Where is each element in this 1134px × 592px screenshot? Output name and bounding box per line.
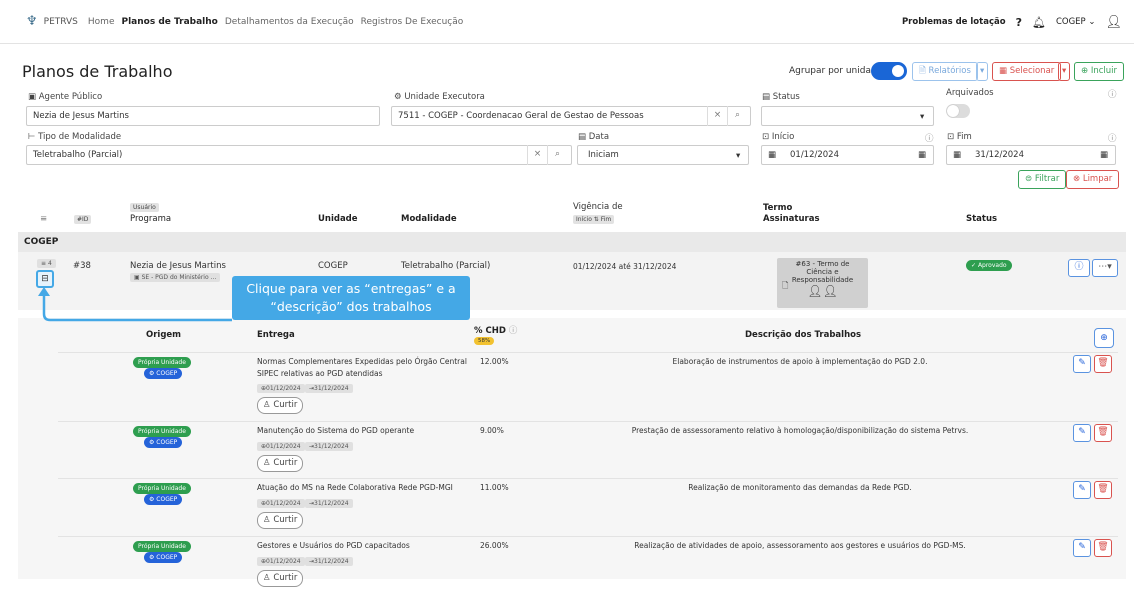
entrega-fim: 31/12/2024 xyxy=(314,500,349,507)
tutorial-callout: Clique para ver as “entregas” e a “descr… xyxy=(232,276,470,320)
delete-button[interactable]: 🗑︎ xyxy=(1094,481,1112,499)
curtir-label: Curtir xyxy=(273,515,298,525)
col-chd: % CHD ⓘ xyxy=(474,326,518,336)
delete-button[interactable]: 🗑︎ xyxy=(1094,539,1112,557)
entrega-fim: 31/12/2024 xyxy=(314,443,349,450)
unidade-badge-text: COGEP xyxy=(156,439,178,446)
entrega-inicio: 01/12/2024 xyxy=(266,500,301,507)
entrega-fim-chip: ⇥31/12/2024 xyxy=(305,442,353,451)
entrega-title-line2: SIPEC relativas ao PGD atendidas xyxy=(257,369,383,378)
origem-badge: Própria Unidade xyxy=(133,541,191,552)
entrega-title: Normas Complementares Expedidas pelo Órg… xyxy=(257,357,467,366)
entrega-inicio-chip: ⊕01/12/2024 xyxy=(257,442,305,451)
descricao-text: Elaboração de instrumentos de apoio à im… xyxy=(672,357,928,366)
descricao-text: Prestação de assessoramento relativo à h… xyxy=(631,426,969,435)
col-origem: Origem xyxy=(146,330,182,340)
curtir-label: Curtir xyxy=(273,458,298,468)
entrega-fim: 31/12/2024 xyxy=(314,385,349,392)
col-descricao: Descrição dos Trabalhos xyxy=(745,330,862,340)
delete-button[interactable]: 🗑︎ xyxy=(1094,355,1112,373)
chd-value: 11.00% xyxy=(480,483,509,492)
unidade-badge-text: COGEP xyxy=(156,370,178,377)
col-entrega: Entrega xyxy=(257,330,295,340)
origem-badge: Própria Unidade xyxy=(133,483,191,494)
entrega-fim-chip: ⇥31/12/2024 xyxy=(305,384,353,393)
entrega-fim-chip: ⇥31/12/2024 xyxy=(305,557,353,566)
entrega-inicio: 01/12/2024 xyxy=(266,385,301,392)
unidade-badge: ⚙ COGEP xyxy=(144,368,183,379)
entrega-title: Gestores e Usuários do PGD capacitados xyxy=(257,541,410,550)
unidade-badge: ⚙ COGEP xyxy=(144,552,183,563)
delete-button[interactable]: 🗑︎ xyxy=(1094,424,1112,442)
chd-text: % CHD xyxy=(474,326,506,336)
chd-value: 12.00% xyxy=(480,357,509,366)
entrega-inicio: 01/12/2024 xyxy=(266,443,301,450)
descricao-text: Realização de monitoramento das demandas… xyxy=(688,483,912,492)
edit-button[interactable]: ✎ xyxy=(1073,424,1091,442)
entrega-inicio-chip: ⊕01/12/2024 xyxy=(257,557,305,566)
edit-button[interactable]: ✎ xyxy=(1073,481,1091,499)
chd-value: 26.00% xyxy=(480,541,509,550)
unidade-badge-text: COGEP xyxy=(156,554,178,561)
chd-badge: 58% xyxy=(474,337,495,345)
curtir-label: Curtir xyxy=(273,400,298,410)
origem-badge: Própria Unidade xyxy=(133,426,191,437)
unidade-badge-text: COGEP xyxy=(156,496,178,503)
unidade-badge: ⚙ COGEP xyxy=(144,494,183,505)
entrega-inicio: 01/12/2024 xyxy=(266,558,301,565)
entrega-fim-chip: ⇥31/12/2024 xyxy=(305,499,353,508)
entrega-fim: 31/12/2024 xyxy=(314,558,349,565)
curtir-label: Curtir xyxy=(273,573,298,583)
unidade-badge: ⚙ COGEP xyxy=(144,437,183,448)
entrega-inicio-chip: ⊕01/12/2024 xyxy=(257,499,305,508)
descricao-text: Realização de atividades de apoio, asses… xyxy=(634,541,966,550)
edit-button[interactable]: ✎ xyxy=(1073,539,1091,557)
add-entrega-button[interactable]: ⊕ xyxy=(1094,328,1114,348)
curtir-button[interactable]: ♙ Curtir xyxy=(257,455,304,472)
entrega-title: Atuação do MS na Rede Colaborativa Rede … xyxy=(257,483,453,492)
chd-value: 9.00% xyxy=(480,426,504,435)
curtir-button[interactable]: ♙ Curtir xyxy=(257,512,304,529)
curtir-button[interactable]: ♙ Curtir xyxy=(257,397,304,414)
edit-button[interactable]: ✎ xyxy=(1073,355,1091,373)
entrega-inicio-chip: ⊕01/12/2024 xyxy=(257,384,305,393)
origem-badge: Própria Unidade xyxy=(133,357,191,368)
entrega-title: Manutenção do Sistema do PGD operante xyxy=(257,426,415,435)
